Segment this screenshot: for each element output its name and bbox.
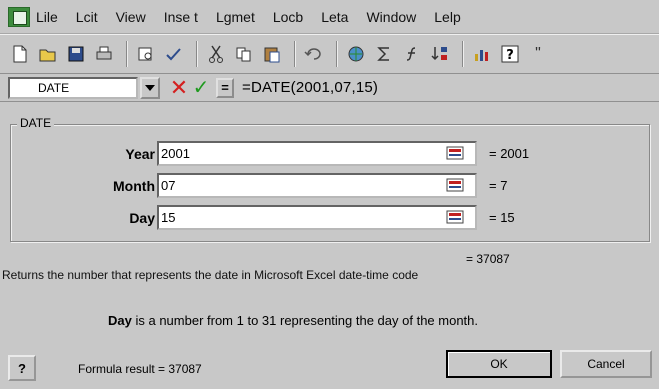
arg-row-month: Month 07 = 7 <box>11 173 651 199</box>
name-box-dropdown[interactable] <box>140 76 160 99</box>
new-icon[interactable] <box>8 41 32 67</box>
function-name-label: DATE <box>17 116 55 130</box>
argument-help: Day is a number from 1 to 31 representin… <box>108 313 478 328</box>
print-preview-icon[interactable] <box>134 41 158 67</box>
arg-result-day: = 15 <box>489 210 515 225</box>
menu-data[interactable]: Leta <box>321 9 348 25</box>
spell-icon[interactable] <box>162 41 186 67</box>
arg-row-day: Day 15 = 15 <box>11 205 651 231</box>
function-description: Returns the number that represents the d… <box>2 268 419 282</box>
arg-row-year: Year 2001 = 2001 <box>11 141 651 167</box>
chart-icon[interactable] <box>470 41 494 67</box>
toolbar-overflow-icon[interactable]: " <box>526 41 550 67</box>
toolbar-separator <box>126 41 128 67</box>
menu-insert[interactable]: Inse t <box>164 9 198 25</box>
ok-button[interactable]: OK <box>446 350 552 378</box>
open-icon[interactable] <box>36 41 60 67</box>
autosum-icon[interactable] <box>372 41 396 67</box>
toolbar-separator <box>196 41 198 67</box>
toolbar-separator <box>462 41 464 67</box>
menu-tools[interactable]: Locb <box>273 9 303 25</box>
function-icon[interactable] <box>400 41 424 67</box>
arg-label-day: Day <box>129 210 155 226</box>
menu-window[interactable]: Window <box>366 9 416 25</box>
argument-help-text: is a number from 1 to 31 representing th… <box>135 313 479 328</box>
formula-bar: DATE ✕ ✓ = =DATE(2001,07,15) <box>0 74 659 102</box>
standard-toolbar: ? " <box>0 34 659 74</box>
name-box[interactable]: DATE <box>8 76 138 99</box>
edit-formula-button[interactable]: = <box>216 77 234 98</box>
hyperlink-icon[interactable] <box>344 41 368 67</box>
excel-app-icon[interactable] <box>8 6 30 27</box>
day-field[interactable]: 15 <box>157 205 477 230</box>
save-icon[interactable] <box>64 41 88 67</box>
help-icon[interactable]: ? <box>498 41 522 67</box>
svg-text:?: ? <box>506 48 514 63</box>
collapse-dialog-icon[interactable] <box>444 144 466 162</box>
formula-result: Formula result = 37087 <box>78 362 202 376</box>
year-field[interactable]: 2001 <box>157 141 477 166</box>
menu-bar: Lile Lcit View Inse t Lgmet Locb Leta Wi… <box>0 0 659 34</box>
toolbar-separator <box>294 41 296 67</box>
confirm-entry-icon[interactable]: ✓ <box>190 77 212 99</box>
chevron-down-icon <box>145 84 155 91</box>
name-box-value: DATE <box>38 80 70 95</box>
copy-icon[interactable] <box>232 41 256 67</box>
menu-edit[interactable]: Lcit <box>76 9 98 25</box>
function-arguments-group: DATE Year 2001 = 2001 Month 07 = 7 Day 1… <box>10 116 651 242</box>
paste-icon[interactable] <box>260 41 284 67</box>
arg-result-month: = 7 <box>489 178 508 193</box>
excel-window: Lile Lcit View Inse t Lgmet Locb Leta Wi… <box>0 0 659 389</box>
function-result: = 37087 <box>466 252 510 266</box>
menu-help[interactable]: Lelp <box>434 9 460 25</box>
menu-file[interactable]: Lile <box>36 9 58 25</box>
argument-help-name: Day <box>108 313 132 328</box>
cut-icon[interactable] <box>204 41 228 67</box>
cancel-entry-icon[interactable]: ✕ <box>168 76 190 99</box>
formula-text[interactable]: =DATE(2001,07,15) <box>242 79 378 96</box>
month-field[interactable]: 07 <box>157 173 477 198</box>
toolbar-separator <box>336 41 338 67</box>
menu-view[interactable]: View <box>116 9 146 25</box>
arg-label-month: Month <box>113 178 155 194</box>
print-icon[interactable] <box>92 41 116 67</box>
arg-result-year: = 2001 <box>489 146 530 161</box>
help-button[interactable]: ? <box>8 355 36 381</box>
collapse-dialog-icon[interactable] <box>444 208 466 226</box>
menu-format[interactable]: Lgmet <box>216 9 255 25</box>
cancel-button[interactable]: Cancel <box>560 350 652 378</box>
sort-icon[interactable] <box>428 41 452 67</box>
undo-icon[interactable] <box>302 41 326 67</box>
collapse-dialog-icon[interactable] <box>444 176 466 194</box>
arg-label-year: Year <box>125 146 155 162</box>
